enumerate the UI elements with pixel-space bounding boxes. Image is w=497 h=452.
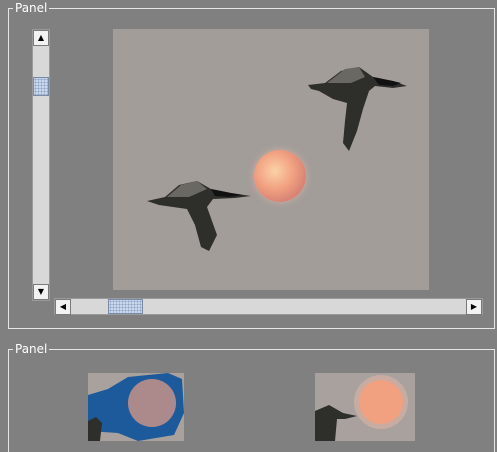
scroll-down-arrow-icon: ▼	[37, 287, 45, 296]
scroll-left-button[interactable]: ◀	[55, 299, 71, 315]
goose-upper	[308, 67, 407, 151]
moon-selection-image	[88, 373, 184, 441]
vertical-scroll-thumb[interactable]	[33, 77, 49, 96]
goose-lower	[147, 181, 251, 251]
bottom-panel: Panel	[8, 342, 495, 452]
thumbnail-left[interactable]	[88, 373, 184, 441]
main-image-view[interactable]	[113, 29, 429, 290]
bottom-panel-title: Panel	[13, 342, 50, 356]
thumbnail-right[interactable]	[315, 373, 415, 441]
scroll-up-arrow-icon: ▲	[37, 33, 45, 42]
vertical-scrollbar[interactable]: ▲ ▼	[32, 29, 50, 301]
scroll-right-arrow-icon: ▶	[470, 302, 478, 311]
geese-moon-image	[147, 67, 407, 251]
top-panel-title: Panel	[13, 1, 50, 15]
horizontal-scrollbar[interactable]: ◀ ▶	[54, 298, 483, 315]
scroll-down-button[interactable]: ▼	[33, 284, 49, 300]
horizontal-scroll-thumb[interactable]	[108, 299, 143, 314]
scroll-left-arrow-icon: ◀	[59, 302, 67, 311]
moon-goose-image	[315, 375, 408, 441]
scroll-right-button[interactable]: ▶	[466, 299, 482, 315]
scroll-up-button[interactable]: ▲	[33, 30, 49, 46]
